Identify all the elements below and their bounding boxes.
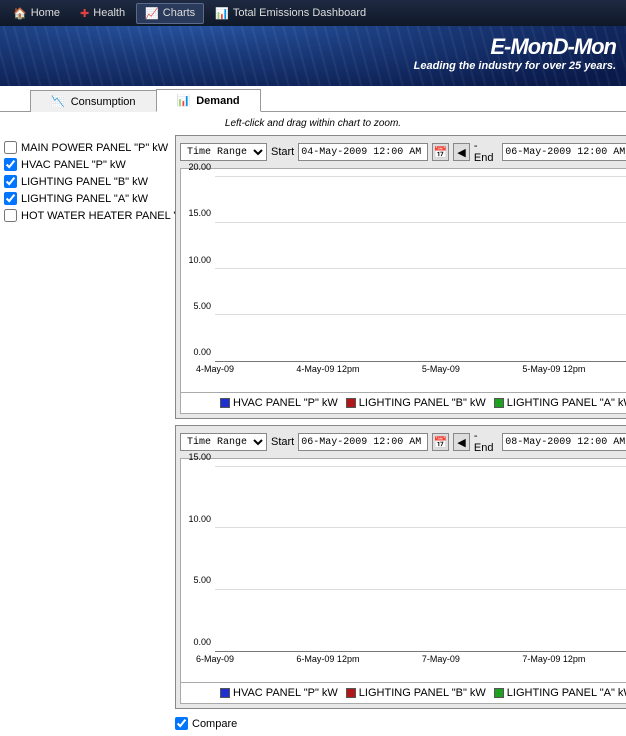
- demand-chart-1[interactable]: 0.005.0010.0015.0020.004-May-094-May-09 …: [180, 168, 626, 393]
- nav-home[interactable]: 🏠Home: [4, 3, 69, 24]
- end-label: - End: [474, 140, 498, 164]
- tab-consumption[interactable]: 📉Consumption: [30, 90, 157, 112]
- compare-row: Compare: [175, 715, 626, 732]
- calendar-icon[interactable]: 📅: [432, 143, 449, 161]
- series-label: MAIN POWER PANEL "P" kW: [21, 142, 168, 154]
- series-checkbox-row: HVAC PANEL "P" kW: [4, 156, 171, 173]
- chart-bar-icon: 📊: [177, 94, 191, 107]
- compare-label: Compare: [192, 718, 237, 730]
- chart-toolbar: Time Range Start 📅 ◀ - End 📅 ▶: [180, 140, 626, 164]
- start-label: Start: [271, 436, 294, 448]
- nav-dashboard[interactable]: 📊Total Emissions Dashboard: [206, 3, 375, 24]
- legend: HVAC PANEL "P" kW LIGHTING PANEL "B" kW …: [180, 683, 626, 704]
- tab-demand[interactable]: 📊Demand: [156, 89, 261, 112]
- step-back-button[interactable]: ◀: [453, 433, 470, 451]
- top-nav: 🏠Home ✚Health 📈Charts 📊Total Emissions D…: [0, 0, 626, 26]
- series-checkbox[interactable]: [4, 141, 17, 154]
- series-label: LIGHTING PANEL "B" kW: [21, 176, 148, 188]
- time-range-select[interactable]: Time Range: [180, 143, 267, 161]
- legend: HVAC PANEL "P" kW LIGHTING PANEL "B" kW …: [180, 393, 626, 414]
- chart-panel-1: Time Range Start 📅 ◀ - End 📅 ▶ 0.005.001…: [175, 135, 626, 419]
- tabs: 📉Consumption 📊Demand: [0, 88, 626, 112]
- start-date-input[interactable]: [298, 433, 428, 451]
- calendar-icon[interactable]: 📅: [432, 433, 449, 451]
- plus-icon: ✚: [80, 7, 89, 20]
- chart-icon: 📈: [145, 7, 159, 20]
- zoom-hint: Left-click and drag within chart to zoom…: [0, 112, 626, 135]
- banner: E-MonD-Mon Leading the industry for over…: [0, 26, 626, 86]
- home-icon: 🏠: [13, 7, 27, 20]
- bar-icon: 📊: [215, 7, 229, 20]
- end-date-input[interactable]: [502, 433, 626, 451]
- series-checkbox[interactable]: [4, 209, 17, 222]
- series-checkbox-row: LIGHTING PANEL "A" kW: [4, 190, 171, 207]
- series-checkbox-row: LIGHTING PANEL "B" kW: [4, 173, 171, 190]
- nav-charts[interactable]: 📈Charts: [136, 3, 204, 24]
- series-checkbox-row: MAIN POWER PANEL "P" kW: [4, 139, 171, 156]
- brand-tagline: Leading the industry for over 25 years.: [414, 60, 616, 72]
- chart-line-icon: 📉: [51, 95, 65, 108]
- chart-panel-2: Time Range Start 📅 ◀ - End 📅 ▶ 0.005.001…: [175, 425, 626, 709]
- time-range-select[interactable]: Time Range: [180, 433, 267, 451]
- nav-health[interactable]: ✚Health: [71, 3, 134, 24]
- brand-logo: E-MonD-Mon: [414, 34, 616, 60]
- chart-toolbar: Time Range Start 📅 ◀ - End 📅 ▶: [180, 430, 626, 454]
- start-date-input[interactable]: [298, 143, 428, 161]
- series-checkbox[interactable]: [4, 175, 17, 188]
- series-checkbox[interactable]: [4, 192, 17, 205]
- start-label: Start: [271, 146, 294, 158]
- series-label: LIGHTING PANEL "A" kW: [21, 193, 148, 205]
- series-checkbox[interactable]: [4, 158, 17, 171]
- series-selector: MAIN POWER PANEL "P" kW HVAC PANEL "P" kW…: [0, 135, 175, 736]
- series-checkbox-row: HOT WATER HEATER PANEL "A" kW: [4, 207, 171, 224]
- end-date-input[interactable]: [502, 143, 626, 161]
- demand-chart-2[interactable]: 0.005.0010.0015.006-May-096-May-09 12pm7…: [180, 458, 626, 683]
- series-label: HVAC PANEL "P" kW: [21, 159, 126, 171]
- step-back-button[interactable]: ◀: [453, 143, 470, 161]
- compare-checkbox[interactable]: [175, 717, 188, 730]
- end-label: - End: [474, 430, 498, 454]
